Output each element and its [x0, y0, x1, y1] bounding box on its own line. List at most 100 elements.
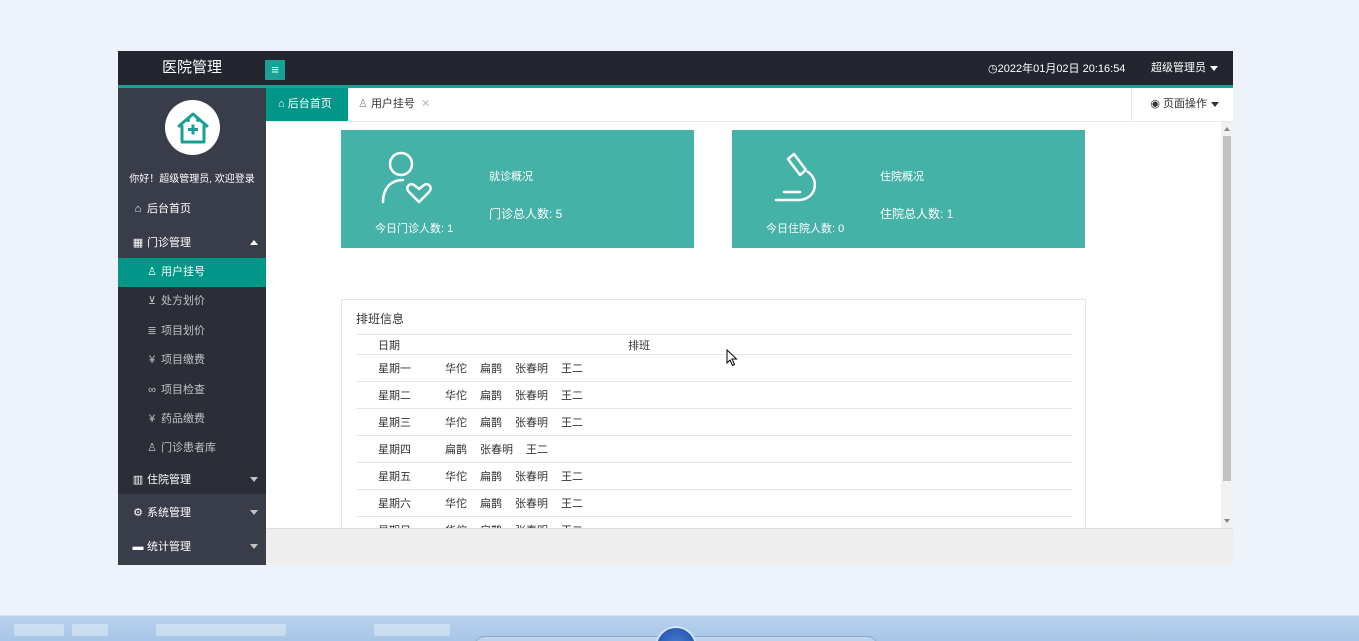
- sidebar-item-outpatient[interactable]: ▦ 门诊管理: [118, 228, 266, 258]
- sidebar-item-system[interactable]: ⚙ 系统管理: [118, 498, 266, 528]
- yen-icon: ¥: [148, 413, 156, 425]
- outpatient-submenu: ♙ 用户挂号 ⊻ 处方划价 ≣ 项目划价 ¥ 项目缴费 ∞ 项目检查 ¥ 药品缴费 ♙ 门诊患…: [118, 258, 266, 494]
- doctor-name: 王二: [561, 498, 583, 510]
- schedule-doctors: 华佗 扁鹊 张春明 王二: [445, 462, 1072, 490]
- submenu-item-project-check[interactable]: ∞ 项目检查: [118, 376, 266, 405]
- submenu-item-patient-library[interactable]: ♙ 门诊患者库: [118, 434, 266, 463]
- doctor-name: 华佗: [445, 417, 467, 429]
- chevron-up-icon: [250, 240, 258, 245]
- mouse-cursor-icon: [726, 349, 738, 367]
- scroll-thumb[interactable]: [1223, 136, 1231, 481]
- home-icon: ⌂: [134, 203, 142, 215]
- microscope-icon: [774, 152, 817, 202]
- sidebar-item-inpatient[interactable]: ▥ 住院管理: [118, 465, 266, 495]
- doctor-name: 扁鹊: [480, 417, 502, 429]
- table-row: 星期六 华佗 扁鹊 张春明 王二: [356, 489, 1072, 517]
- start-orb-icon[interactable]: [655, 626, 697, 641]
- schedule-doctors: 华佗 扁鹊 张春明 王二: [445, 354, 1072, 382]
- inpatient-total-count: 住院总人数: 1: [880, 207, 954, 221]
- sidebar-item-label: 系统管理: [147, 507, 191, 519]
- table-row: 星期一 华佗 扁鹊 张春明 王二: [356, 354, 1072, 382]
- doctor-name: 华佗: [445, 471, 467, 483]
- table-row: 星期五 华佗 扁鹊 张春明 王二: [356, 462, 1072, 490]
- schedule-day: 星期日: [356, 516, 445, 528]
- submenu-item-project-payment[interactable]: ¥ 项目缴费: [118, 346, 266, 375]
- doctor-name: 扁鹊: [480, 471, 502, 483]
- schedule-doctors: 华佗 扁鹊 张春明 王二: [445, 408, 1072, 436]
- hamburger-icon: ≡: [271, 62, 279, 77]
- table-header-row: 日期 排班: [356, 334, 1072, 355]
- page-operations-menu[interactable]: ◉ 页面操作: [1131, 88, 1233, 121]
- doctor-name: 王二: [561, 417, 583, 429]
- schedule-doctors: 扁鹊 张春明 王二: [445, 435, 1072, 463]
- inpatient-overview-card: 今日住院人数: 0 住院概况 住院总人数: 1: [732, 130, 1085, 248]
- taskbar-item[interactable]: [156, 624, 286, 636]
- sidebar: 你好！超级管理员, 欢迎登录 ⌂ 后台首页 ▦ 门诊管理 ♙ 用户挂号 ⊻ 处方划价 ≣…: [118, 88, 266, 565]
- sidebar-item-label: 门诊管理: [147, 237, 191, 249]
- schedule-title: 排班信息: [356, 312, 405, 326]
- tab-label: 用户挂号: [370, 98, 415, 110]
- taskbar-item[interactable]: [72, 624, 108, 636]
- tab-bar: ⌂ 后台首页 ♙ 用户挂号 ✕ ◉ 页面操作: [266, 88, 1233, 122]
- table-row: 星期三 华佗 扁鹊 张春明 王二: [356, 408, 1072, 436]
- user-icon: ♙: [358, 98, 368, 110]
- taskbar-item[interactable]: [374, 624, 450, 636]
- datetime-display: ◷2022年01月02日 20:16:54: [988, 51, 1125, 87]
- chevron-down-icon: [250, 544, 258, 549]
- link-icon: ∞: [148, 384, 156, 396]
- submenu-item-prescription-pricing[interactable]: ⊻ 处方划价: [118, 287, 266, 316]
- menu-toggle-button[interactable]: ≡: [265, 60, 285, 80]
- clinic-today-count: 今日门诊人数: 1: [375, 223, 454, 235]
- clinic-overview-card: 今日门诊人数: 1 就诊概况 门诊总人数: 5: [341, 130, 694, 248]
- tab-registration[interactable]: ♙ 用户挂号 ✕: [358, 88, 430, 121]
- tab-label: 后台首页: [287, 98, 332, 110]
- column-header-schedule: 排班: [445, 334, 1072, 355]
- sidebar-item-statistics[interactable]: ▬ 统计管理: [118, 532, 266, 562]
- scroll-up-arrow-icon[interactable]: [1224, 127, 1230, 131]
- doctor-name: 王二: [561, 390, 583, 402]
- close-icon[interactable]: ✕: [421, 98, 430, 110]
- cart-icon: ⊻: [147, 295, 157, 307]
- avatar: [165, 100, 220, 155]
- submenu-item-drug-payment[interactable]: ¥ 药品缴费: [118, 405, 266, 434]
- table-row: 星期日华佗扁鹊张春明王二: [356, 516, 1072, 528]
- schedule-table: 日期 排班 星期一 华佗 扁鹊 张春明 王二 星期二 华佗 扁鹊 张春明 王二 星期三 华佗 扁鹊 张春明…: [356, 334, 1072, 528]
- sidebar-item-label: 住院管理: [147, 474, 191, 486]
- main-content: 今日门诊人数: 1 就诊概况 门诊总人数: 5 今日住院人数: 0 住院概况 住…: [266, 122, 1221, 528]
- user-menu[interactable]: 超级管理员: [1151, 51, 1218, 85]
- submenu-item-label: 用户挂号: [161, 266, 205, 278]
- sidebar-item-home[interactable]: ⌂ 后台首页: [118, 197, 266, 221]
- doctor-name: 扁鹊: [480, 363, 502, 375]
- greeting-text: 你好！超级管理员, 欢迎登录: [129, 174, 255, 185]
- os-taskbar: [0, 615, 1359, 641]
- content-scrollbar[interactable]: [1221, 122, 1233, 528]
- submenu-item-label: 药品缴费: [161, 413, 205, 425]
- doctor-name: 华佗: [445, 363, 467, 375]
- tab-home[interactable]: ⌂ 后台首页: [266, 88, 348, 121]
- sidebar-item-label: 统计管理: [147, 541, 191, 553]
- schedule-doctors: 华佗 扁鹊 张春明 王二: [445, 381, 1072, 409]
- submenu-item-registration[interactable]: ♙ 用户挂号: [118, 258, 266, 287]
- grid-icon: ▦: [132, 237, 144, 249]
- doctor-name: 张春明: [480, 444, 513, 456]
- footer-bar: [266, 528, 1233, 565]
- schedule-day: 星期五: [356, 462, 445, 490]
- datetime-text: 2022年01月02日 20:16:54: [997, 63, 1126, 75]
- taskbar-item[interactable]: [14, 624, 64, 636]
- submenu-item-label: 项目缴费: [161, 354, 205, 366]
- chevron-down-icon: [1210, 65, 1218, 71]
- chevron-down-icon: [250, 477, 258, 482]
- inpatient-today-count: 今日住院人数: 0: [766, 223, 845, 235]
- chevron-down-icon: [1211, 101, 1219, 107]
- schedule-day: 星期六: [356, 489, 445, 517]
- schedule-day: 星期一: [356, 354, 445, 382]
- clinic-title: 就诊概况: [489, 171, 533, 183]
- scroll-down-arrow-icon[interactable]: [1224, 519, 1230, 523]
- user-heart-icon: [381, 151, 432, 204]
- schedule-day: 星期三: [356, 408, 445, 436]
- inpatient-title: 住院概况: [880, 171, 924, 183]
- submenu-item-project-pricing[interactable]: ≣ 项目划价: [118, 317, 266, 346]
- doctor-name: 扁鹊: [445, 444, 467, 456]
- table-row: 星期四 扁鹊 张春明 王二: [356, 435, 1072, 463]
- doctor-name: 张春明: [515, 498, 548, 510]
